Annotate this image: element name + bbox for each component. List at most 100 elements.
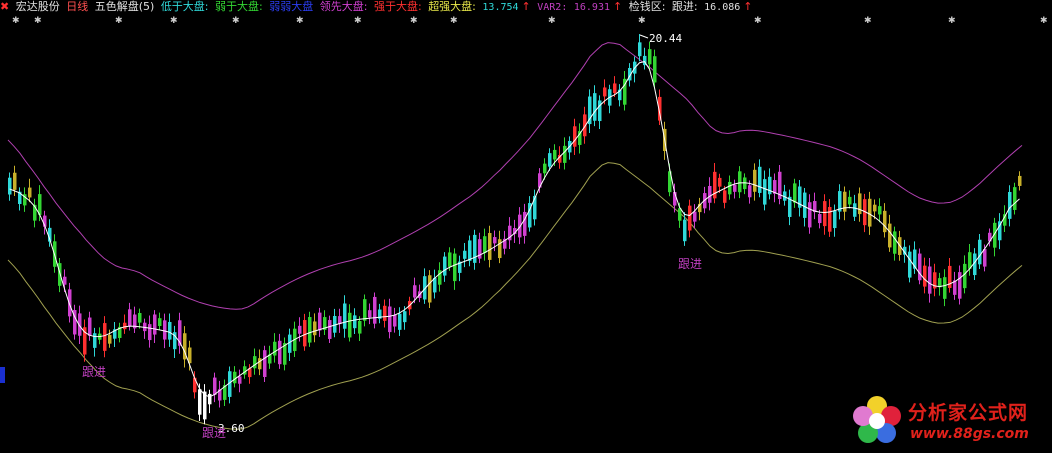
period-label[interactable]: 日线 [66,0,88,13]
candle-body [468,240,472,261]
candle-body [723,190,727,203]
candle-body [543,163,547,174]
candle-body [373,296,377,324]
logo-text: 分析家公式网 [908,402,1029,424]
flower-logo-icon [853,396,901,443]
candle-body [168,321,172,340]
candle-body [28,187,32,198]
candle-body [833,210,837,229]
candle-body [873,204,877,212]
candle-body [63,276,67,285]
candle-body [483,236,487,254]
candle-body [603,87,607,97]
signal-star-icon: ✱ [170,16,178,26]
candle-body [8,177,12,195]
candle-body [598,100,602,122]
candle-body [298,325,302,334]
high-annotation-leader [639,34,649,39]
candle-body [653,56,657,83]
candle-body [493,237,497,244]
candle-body [498,239,502,259]
candle-body [208,393,212,405]
arrow-icon: ↑ [743,0,753,13]
candle-body [883,210,887,233]
signal-star-icon: ✱ [1040,16,1048,26]
candle-body [928,266,932,294]
candle-body [753,169,757,192]
candle-body [533,195,537,220]
candle-body [313,321,317,336]
candle-body [363,299,367,321]
candle-body [828,206,832,232]
candle-body [158,318,162,327]
candle-body [738,171,742,193]
stock-name[interactable]: 宏达股份 [16,0,60,13]
candle-body [958,272,962,299]
candle-body [593,93,597,121]
candlestick-series [8,33,1022,425]
follow-label: 跟进: [671,0,698,13]
candle-body [648,49,652,65]
candle-body [88,317,92,336]
logo-url: www.88gs.com [910,426,1029,442]
signal-star-icon: ✱ [354,16,362,26]
candle-body [393,314,397,327]
candle-body [683,219,687,242]
candle-body [138,313,142,323]
candle-body [273,341,277,356]
indicator-header: ✖ 宏达股份 日线 五色解盘(5) 低于大盘: 弱于大盘: 弱弱大盘 领先大盘:… [0,0,1052,14]
candle-body [868,198,872,227]
high-annotation: 20.44 [649,32,682,45]
follow-label-3: 跟进 [678,257,702,271]
close-icon[interactable]: ✖ [0,0,9,13]
var2-value: 16.931 [573,2,610,13]
signal-star-icon: ✱ [948,16,956,26]
candle-body [353,315,357,329]
candle-body [453,253,457,282]
candle-body [908,251,912,278]
candle-body [288,334,292,353]
legend-strong: 强于大盘: [373,0,422,13]
candle-body [488,233,492,260]
candle-body [823,201,827,227]
candle-body [253,356,257,369]
candle-body [473,234,477,263]
candle-body [163,320,167,340]
signal-star-icon: ✱ [12,16,20,26]
legend-weak: 弱于大盘: [215,0,263,13]
candle-body [943,277,947,299]
follow-label-2: 跟进 [202,426,226,440]
candle-body [733,184,737,192]
legend-weaker: 弱弱大盘 [269,0,314,13]
candle-body [428,275,432,303]
candle-body [93,333,97,348]
candle-body [803,192,807,218]
zone-label: 检钱区: [628,0,666,13]
indicator-name[interactable]: 五色解盘(5) [95,0,155,13]
candle-body [548,153,552,167]
candle-body [793,183,797,203]
signal-star-icon: ✱ [232,16,240,26]
candle-body [1018,175,1022,186]
candle-body [153,314,157,335]
candle-body [923,265,927,287]
candle-body [1008,191,1012,219]
arrow-icon: ↑ [612,0,623,13]
candle-body [278,340,282,365]
signal-star-icon: ✱ [638,16,646,26]
candle-body [553,149,557,160]
candle-body [613,83,617,93]
legend-super: 超强大盘: [428,0,476,13]
price-chart[interactable]: ✱ ✱ ✱ ✱ ✱ ✱ ✱ ✱ ✱ ✱ ✱ ✱ ✱ ✱ ✱ 20.44 3.60 跟进 跟进 跟进 [0,0,1052,453]
candle-body [413,285,417,298]
candle-body [878,206,882,215]
site-logo: 分析家公式网 www.88gs.com [848,392,1048,450]
signal-star-icon: ✱ [548,16,556,26]
candle-body [233,371,237,384]
candle-body [978,239,982,265]
legend-lead: 领先大盘: [319,0,368,13]
candle-body [808,202,812,228]
candle-body [448,252,452,267]
candle-body [128,309,132,327]
signal-star-icon: ✱ [410,16,418,26]
